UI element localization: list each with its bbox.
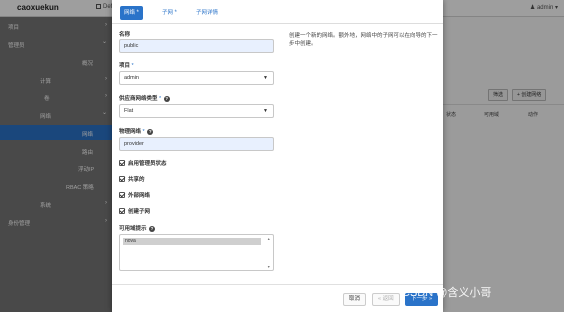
project-select[interactable]: admin ▼	[119, 71, 274, 85]
wizard-tabs: 网络 * 子网 * 子网详情	[112, 0, 443, 24]
physical-network-input[interactable]: provider	[119, 137, 274, 151]
watermark: CSDN @含义小哥	[402, 287, 492, 299]
listbox-scrollbar[interactable]: ▲ ▼	[266, 236, 272, 269]
help-icon[interactable]: ?	[147, 129, 154, 135]
provider-network-type-select[interactable]: Flat ▼	[119, 104, 274, 118]
required-icon: *	[174, 10, 177, 16]
required-icon: *	[159, 96, 162, 102]
chevron-down-icon: ▼	[263, 75, 268, 81]
chevron-down-icon: ▼	[263, 108, 268, 114]
checkbox-checked-icon	[119, 208, 125, 214]
az-hints-label: 可用域提示 ?	[119, 226, 156, 232]
checkbox-checked-icon	[119, 176, 125, 182]
help-icon[interactable]: ?	[149, 226, 156, 232]
name-label: 名称	[119, 32, 131, 38]
checkbox-checked-icon	[119, 192, 125, 198]
scroll-up-icon[interactable]: ▲	[267, 237, 270, 241]
dialog-footer: 取消 « 返回 下一步 »	[112, 284, 443, 312]
tab-subnet-details[interactable]: 子网详情	[192, 6, 222, 20]
az-hints-listbox[interactable]: nova ▲ ▼	[119, 234, 274, 271]
required-icon: *	[142, 129, 145, 135]
physical-network-label: 物理网络 * ?	[119, 129, 154, 135]
help-icon[interactable]: ?	[163, 96, 170, 102]
tab-network[interactable]: 网络 *	[120, 6, 143, 20]
shared-checkbox[interactable]: 共享的	[119, 175, 145, 183]
checkbox-checked-icon	[119, 160, 125, 166]
create-network-dialog: 网络 * 子网 * 子网详情 名称 public 项目 * admin ▼ 供应商…	[112, 0, 443, 312]
name-input[interactable]: public	[119, 39, 274, 53]
provider-network-type-label: 供应商网络类型 * ?	[119, 96, 170, 102]
scroll-down-icon[interactable]: ▼	[267, 265, 270, 269]
create-subnet-checkbox[interactable]: 创建子网	[119, 207, 150, 215]
external-network-checkbox[interactable]: 外部网络	[119, 191, 150, 199]
admin-state-checkbox[interactable]: 启用管理员状态	[119, 159, 167, 167]
dialog-description: 创建一个新的网络。额外地，网络中的子网可以在向导的下一步中创建。	[289, 33, 438, 47]
cancel-button[interactable]: 取消	[343, 293, 367, 306]
project-label: 项目 *	[119, 63, 134, 69]
required-icon: *	[131, 63, 134, 69]
back-button[interactable]: « 返回	[372, 293, 400, 306]
required-icon: *	[136, 10, 139, 16]
az-hint-option[interactable]: nova	[123, 238, 261, 245]
tab-subnet[interactable]: 子网 *	[158, 6, 181, 20]
